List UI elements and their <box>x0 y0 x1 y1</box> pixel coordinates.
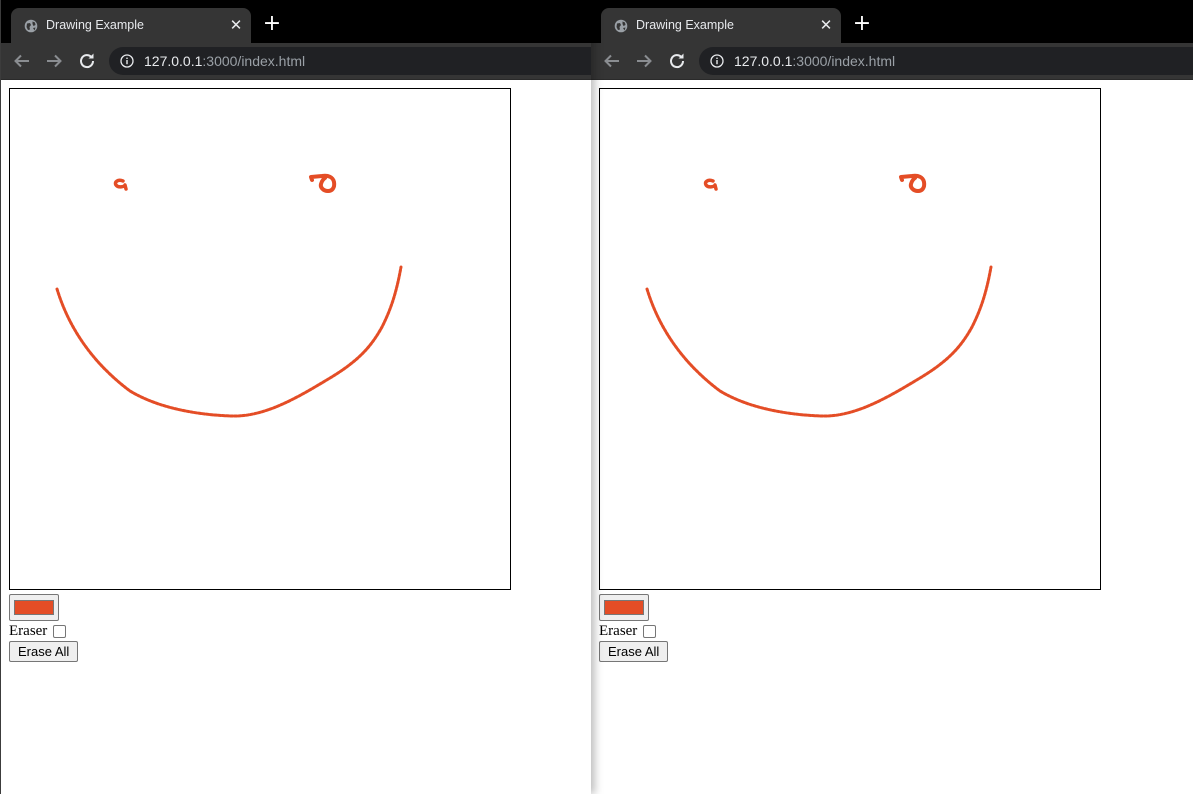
url-host: 127.0.0.1 <box>144 53 203 69</box>
page-content: Eraser Erase All <box>591 80 1193 794</box>
tab-title: Drawing Example <box>46 18 144 32</box>
tab-strip: Drawing Example ✕ + <box>1 0 591 43</box>
info-icon[interactable] <box>120 54 134 68</box>
close-icon[interactable]: ✕ <box>817 16 835 34</box>
drawing-surface <box>645 173 993 418</box>
eraser-row: Eraser <box>9 623 67 641</box>
globe-icon <box>24 19 38 33</box>
globe-icon <box>614 19 628 33</box>
color-picker[interactable] <box>599 594 649 621</box>
eraser-checkbox[interactable] <box>643 625 657 639</box>
forward-arrow-icon[interactable] <box>43 50 65 72</box>
back-arrow-icon[interactable] <box>11 50 33 72</box>
url-path: :3000/index.html <box>792 53 896 69</box>
url-text: 127.0.0.1:3000/index.html <box>734 53 895 69</box>
url-host: 127.0.0.1 <box>734 53 793 69</box>
browser-toolbar: 127.0.0.1:3000/index.html <box>591 43 1193 80</box>
back-arrow-icon[interactable] <box>601 50 623 72</box>
page-content: Eraser Erase All <box>1 80 591 794</box>
close-icon[interactable]: ✕ <box>227 16 245 34</box>
browser-window-left: Drawing Example ✕ + 127.0.0.1:3000/index… <box>0 0 591 794</box>
erase-all-button[interactable]: Erase All <box>599 641 669 662</box>
tab-strip: Drawing Example ✕ + <box>591 0 1193 43</box>
active-tab[interactable]: Drawing Example ✕ <box>11 8 251 43</box>
erase-all-button[interactable]: Erase All <box>9 641 79 662</box>
plus-icon[interactable]: + <box>261 13 283 35</box>
plus-icon[interactable]: + <box>851 13 873 35</box>
color-swatch <box>14 600 54 615</box>
eraser-label: Eraser <box>599 623 638 640</box>
eraser-label: Eraser <box>9 623 48 640</box>
color-picker[interactable] <box>9 594 59 621</box>
right-eye-stroke <box>899 173 927 193</box>
url-text: 127.0.0.1:3000/index.html <box>144 53 305 69</box>
reload-icon[interactable] <box>666 50 688 72</box>
drawing-surface <box>55 173 403 418</box>
info-icon[interactable] <box>710 54 724 68</box>
smiley-drawing <box>55 173 403 418</box>
eraser-row: Eraser <box>599 623 657 641</box>
browser-toolbar: 127.0.0.1:3000/index.html <box>1 43 591 80</box>
reload-icon[interactable] <box>76 50 98 72</box>
forward-arrow-icon[interactable] <box>633 50 655 72</box>
drawing-canvas[interactable] <box>599 88 1101 590</box>
drawing-canvas[interactable] <box>9 88 511 590</box>
active-tab[interactable]: Drawing Example ✕ <box>601 8 841 43</box>
left-eye-stroke <box>703 178 718 191</box>
address-bar[interactable]: 127.0.0.1:3000/index.html <box>109 47 591 75</box>
address-bar[interactable]: 127.0.0.1:3000/index.html <box>699 47 1193 75</box>
smile-stroke <box>55 265 403 418</box>
smile-stroke <box>645 265 993 418</box>
right-eye-stroke <box>309 173 337 193</box>
eraser-checkbox[interactable] <box>53 625 67 639</box>
tab-title: Drawing Example <box>636 18 734 32</box>
left-eye-stroke <box>113 178 128 191</box>
smiley-drawing <box>645 173 993 418</box>
url-path: :3000/index.html <box>202 53 306 69</box>
browser-window-right: Drawing Example ✕ + 127.0.0.1:3000/index… <box>590 0 1193 794</box>
color-swatch <box>604 600 644 615</box>
